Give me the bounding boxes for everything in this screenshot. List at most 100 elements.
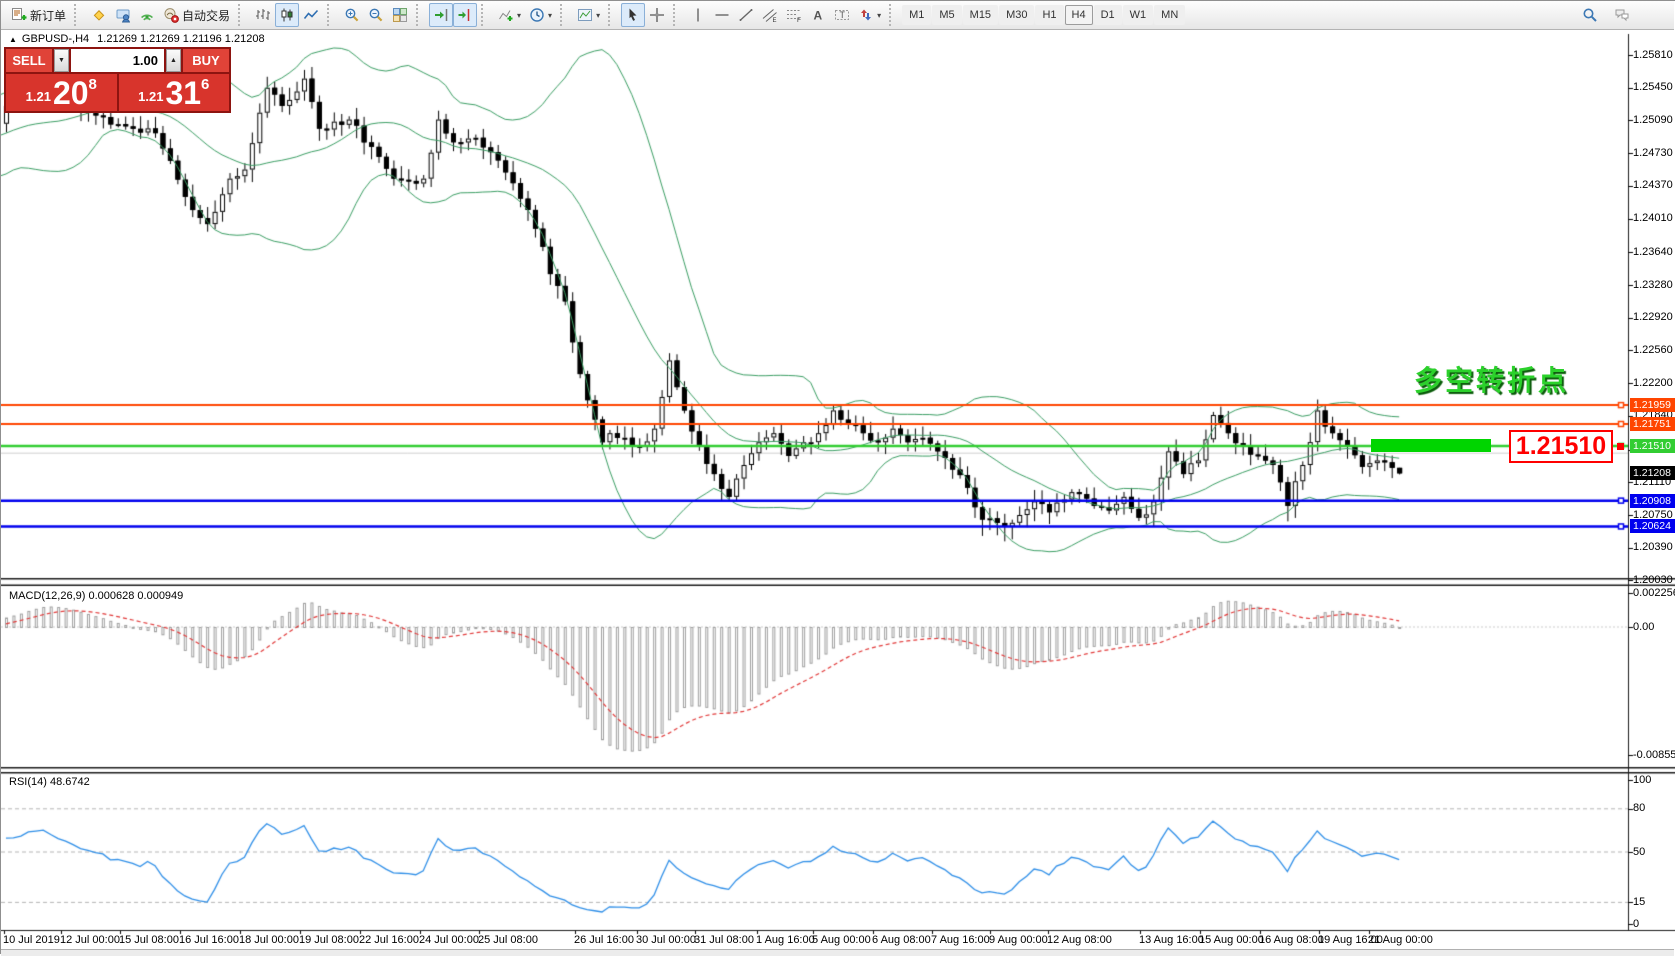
time-tick-label: 19 Jul 08:00	[299, 934, 359, 946]
time-tick-label: 16 Aug 08:00	[1259, 934, 1324, 946]
templates-button[interactable]: ▾	[573, 3, 604, 27]
sell-price-big: 20	[53, 78, 89, 108]
horizontal-line-tool-button[interactable]	[710, 3, 734, 27]
autotrading-button[interactable]: 自动交易	[159, 3, 234, 27]
price-tick-label: 1.20030	[1633, 574, 1673, 586]
text-tool-button[interactable]: A	[806, 3, 830, 27]
time-tick-label: 15 Aug 00:00	[1199, 934, 1264, 946]
candlestick-mode-button[interactable]	[275, 3, 299, 27]
fibonacci-tool-button[interactable]: F	[782, 3, 806, 27]
chat-button[interactable]	[1610, 3, 1634, 27]
svg-text:E: E	[773, 18, 777, 23]
bar-chart-mode-button[interactable]	[251, 3, 275, 27]
price-tick-label: 1.24010	[1633, 212, 1673, 224]
window-bottom-edge	[1, 949, 1674, 956]
zoom-out-button[interactable]	[364, 3, 388, 27]
vline-icon	[690, 7, 706, 23]
dropdown-caret-icon: ▾	[548, 11, 552, 20]
channel-icon: E	[762, 7, 778, 23]
crosshair-tool-button[interactable]	[645, 3, 669, 27]
price-tick-label: 1.24730	[1633, 147, 1673, 159]
candle-chart-icon	[279, 7, 295, 23]
time-tick-label: 1 Aug 16:00	[756, 934, 815, 946]
time-tick-label: 31 Jul 08:00	[694, 934, 754, 946]
price-tick-label: 1.23280	[1633, 279, 1673, 291]
trendline-tool-button[interactable]	[734, 3, 758, 27]
line-chart-mode-button[interactable]	[299, 3, 323, 27]
collapse-panel-icon[interactable]: ▲	[9, 35, 17, 44]
timeframe-m15-button[interactable]: M15	[963, 5, 998, 25]
chart-shift-button[interactable]	[453, 3, 477, 27]
sell-button[interactable]: SELL	[6, 49, 52, 72]
label-icon: T	[834, 7, 850, 23]
highlight-bar[interactable]	[1371, 439, 1491, 452]
time-tick-label: 24 Jul 00:00	[419, 934, 479, 946]
indicators-list-button[interactable]: ▾	[494, 3, 525, 27]
toolbar-separator	[416, 4, 425, 26]
periods-list-button[interactable]: ▾	[525, 3, 556, 27]
search-button[interactable]	[1578, 3, 1602, 27]
zoom-in-button[interactable]	[340, 3, 364, 27]
volume-increase-button[interactable]: ▲	[166, 49, 181, 72]
timeframe-d1-button[interactable]: D1	[1094, 5, 1122, 25]
price-tag-1.21959: 1.21959	[1630, 398, 1675, 412]
timeframe-m30-button[interactable]: M30	[999, 5, 1034, 25]
rsi-tick-label: 0	[1633, 918, 1639, 930]
annotation-text[interactable]: 多空转折点	[1414, 359, 1569, 399]
cursor-tool-button[interactable]	[621, 3, 645, 27]
macd-tick-label: 0.00	[1633, 621, 1654, 633]
timeframe-w1-button[interactable]: W1	[1123, 5, 1154, 25]
toolbar-separator	[608, 4, 617, 26]
arrows-tool-button[interactable]: ▾	[854, 3, 885, 27]
toolbar-separator	[560, 4, 569, 26]
svg-text:F: F	[797, 17, 801, 23]
svg-text:T: T	[840, 10, 846, 20]
vertical-line-tool-button[interactable]	[686, 3, 710, 27]
timeframe-h1-button[interactable]: H1	[1035, 5, 1063, 25]
indicators-icon	[498, 7, 514, 23]
volume-decrease-button[interactable]: ▼	[54, 49, 69, 72]
time-tick-label: 9 Aug 00:00	[989, 934, 1048, 946]
toolbar-separator	[74, 4, 83, 26]
profiles-button[interactable]	[111, 3, 135, 27]
price-callout[interactable]: 1.21510	[1509, 430, 1613, 463]
time-tick-label: 12 Aug 08:00	[1047, 934, 1112, 946]
new-chart-button[interactable]	[87, 3, 111, 27]
zoom-out-icon	[368, 7, 384, 23]
price-tag-1.21751: 1.21751	[1630, 417, 1675, 431]
dropdown-caret-icon: ▾	[596, 11, 600, 20]
tile-windows-button[interactable]	[388, 3, 412, 27]
sell-price-sup: 8	[89, 76, 97, 93]
arrows-icon	[858, 7, 874, 23]
timeframe-mn-button[interactable]: MN	[1154, 5, 1185, 25]
buy-price-box[interactable]: 1.21 31 6	[119, 74, 230, 111]
toolbar-separator	[889, 4, 898, 26]
toolbar-separator	[238, 4, 247, 26]
timeframe-h4-button[interactable]: H4	[1065, 5, 1093, 25]
chart-title: ▲GBPUSD-,H41.21269 1.21269 1.21196 1.212…	[9, 33, 265, 45]
text-label-tool-button[interactable]: T	[830, 3, 854, 27]
chart-canvas[interactable]	[1, 1, 1675, 955]
rsi-tick-label: 100	[1633, 774, 1651, 786]
sell-price-box[interactable]: 1.21 20 8	[6, 74, 117, 111]
price-tick-label: 1.22920	[1633, 311, 1673, 323]
price-tag-1.20908: 1.20908	[1630, 494, 1675, 508]
macd-label: MACD(12,26,9) 0.000628 0.000949	[9, 590, 183, 602]
text-icon: A	[810, 7, 826, 23]
equidistant-channel-tool-button[interactable]: E	[758, 3, 782, 27]
trendline-icon	[738, 7, 754, 23]
volume-input[interactable]: 1.00	[71, 49, 164, 72]
buy-button[interactable]: BUY	[183, 49, 229, 72]
time-tick-label: 25 Jul 08:00	[478, 934, 538, 946]
auto-scroll-button[interactable]	[429, 3, 453, 27]
chart-window-icon	[91, 7, 107, 23]
timeframe-m1-button[interactable]: M1	[902, 5, 931, 25]
signals-button[interactable]	[135, 3, 159, 27]
search-icon	[1582, 7, 1598, 23]
signals-icon	[139, 7, 155, 23]
templates-icon	[577, 7, 593, 23]
timeframe-m5-button[interactable]: M5	[932, 5, 961, 25]
time-tick-label: 22 Jul 16:00	[359, 934, 419, 946]
toolbar-separator	[673, 4, 682, 26]
new-order-button[interactable]: 新订单	[7, 3, 70, 27]
